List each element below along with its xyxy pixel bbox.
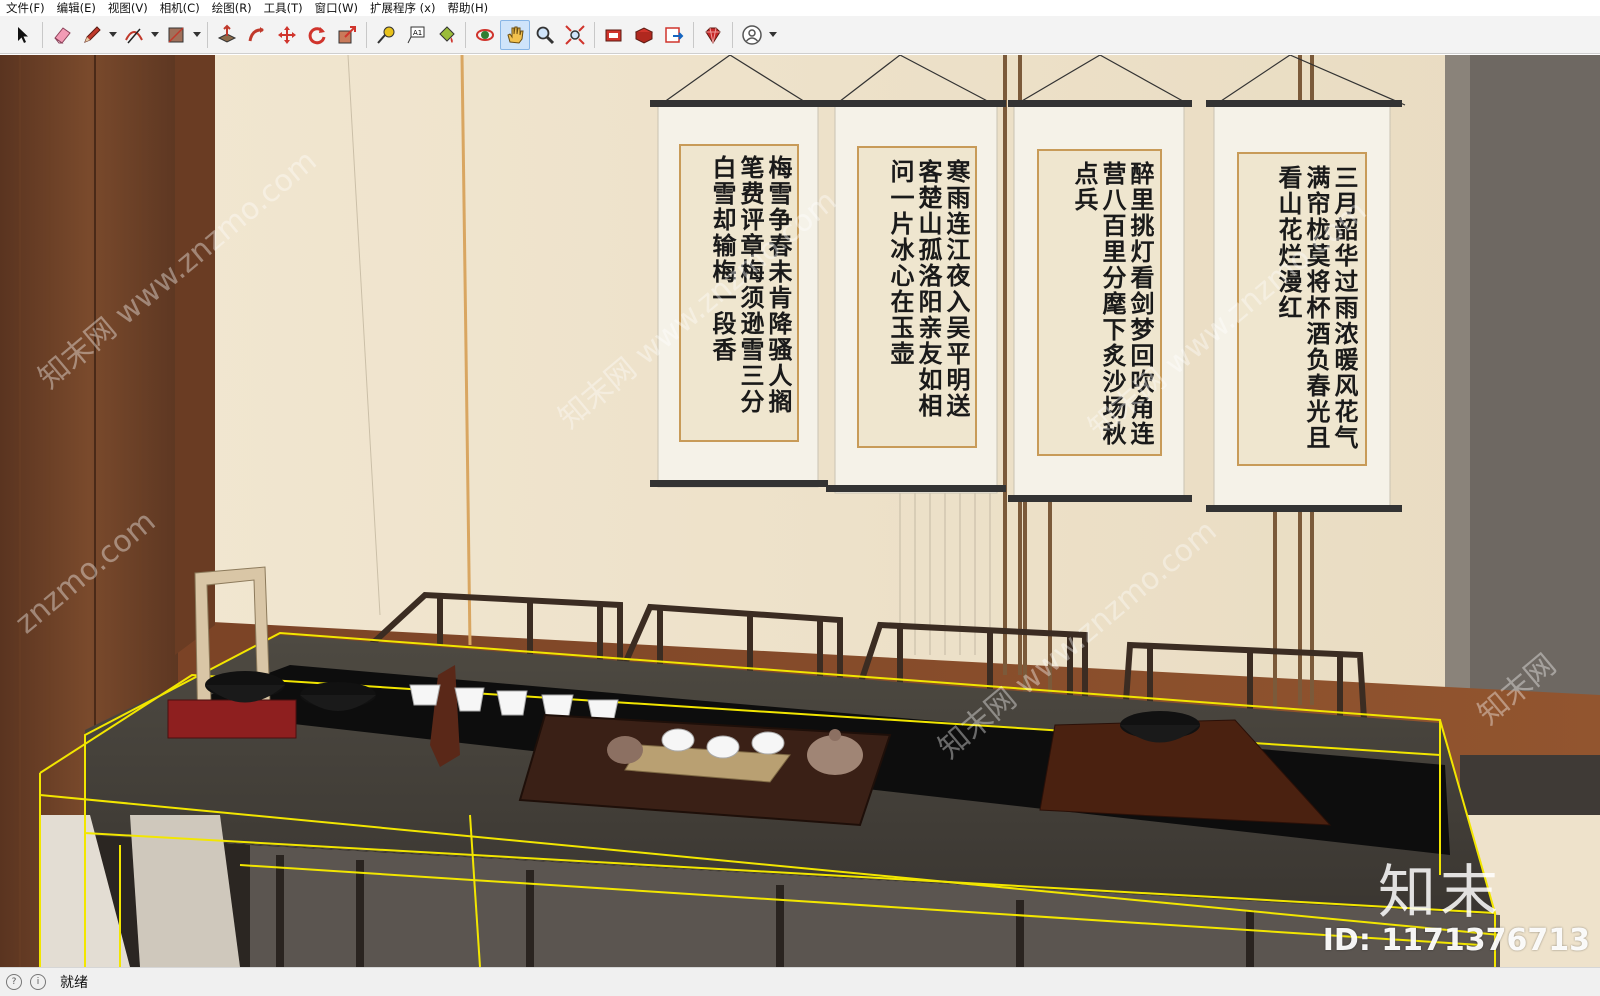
menu-window[interactable]: 窗口(W) [309,1,364,16]
model-viewport[interactable]: 梅雪争春未肯降骚人搁笔费评章梅须逊雪三分白雪却输梅一段香 寒雨连江夜入吴平明送客… [0,55,1600,967]
status-bar: ? i 就绪 [0,967,1600,996]
warehouse-icon[interactable] [599,20,629,50]
info-icon[interactable]: i [30,974,46,990]
toolbar-separator [42,21,43,48]
pencil-dropdown[interactable] [107,20,119,50]
text-icon[interactable]: A1 [401,20,431,50]
extension-warehouse-icon[interactable] [629,20,659,50]
toolbar-separator [207,21,208,48]
account-icon[interactable] [737,20,767,50]
scroll-1-calligraphy: 梅雪争春未肯降骚人搁笔费评章梅须逊雪三分白雪却输梅一段香 [708,155,792,415]
arc-dropdown[interactable] [149,20,161,50]
scroll-4-calligraphy: 三月韶华过雨浓暖风花气满帘栊莫将杯酒负春光且看山花烂漫红 [1274,165,1358,451]
menu-tools[interactable]: 工具(T) [258,1,309,16]
brand-logo: 知末 [1377,858,1502,926]
follow-me-icon[interactable] [242,20,272,50]
scale-icon[interactable] [332,20,362,50]
menu-camera[interactable]: 相机(C) [154,1,206,16]
zoom-extents-icon[interactable] [560,20,590,50]
tape-measure-icon[interactable] [371,20,401,50]
eraser-icon[interactable] [47,20,77,50]
pan-icon[interactable] [500,19,530,50]
menu-file[interactable]: 文件(F) [0,1,51,16]
toolbar-separator [693,21,694,48]
zoom-icon[interactable] [530,20,560,50]
menu-bar: 文件(F) 编辑(E) 视图(V) 相机(C) 绘图(R) 工具(T) 窗口(W… [0,0,1600,16]
scroll-3-calligraphy: 醉里挑灯看剑梦回吹角连营八百里分麾下炙沙场秋点兵 [1070,161,1154,447]
account-dropdown[interactable] [767,20,779,50]
main-toolbar: A1 [0,16,1600,54]
menu-extensions[interactable]: 扩展程序 (x) [364,1,441,16]
rectangle-icon[interactable] [161,20,191,50]
scroll-2-calligraphy: 寒雨连江夜入吴平明送客楚山孤洛阳亲友如相问一片冰心在玉壶 [886,159,970,419]
arc-icon[interactable] [119,20,149,50]
menu-edit[interactable]: 编辑(E) [51,1,102,16]
ruby-console-icon[interactable] [698,20,728,50]
menu-view[interactable]: 视图(V) [102,1,154,16]
svg-text:A1: A1 [413,29,422,37]
paint-bucket-icon[interactable] [431,20,461,50]
menu-help[interactable]: 帮助(H) [441,1,494,16]
send-to-layout-icon[interactable] [659,20,689,50]
move-icon[interactable] [272,20,302,50]
pencil-icon[interactable] [77,20,107,50]
orbit-icon[interactable] [470,20,500,50]
rectangle-dropdown[interactable] [191,20,203,50]
toolbar-separator [465,21,466,48]
status-text: 就绪 [60,975,88,991]
push-pull-icon[interactable] [212,20,242,50]
menu-draw[interactable]: 绘图(R) [206,1,258,16]
geo-location-icon[interactable]: ? [6,974,22,990]
rotate-icon[interactable] [302,20,332,50]
toolbar-separator [366,21,367,48]
brand-id: ID: 1171376713 [1322,923,1590,958]
toolbar-separator [732,21,733,48]
toolbar-separator [594,21,595,48]
select-tool-icon[interactable] [8,20,38,50]
scene-render [0,55,1600,967]
